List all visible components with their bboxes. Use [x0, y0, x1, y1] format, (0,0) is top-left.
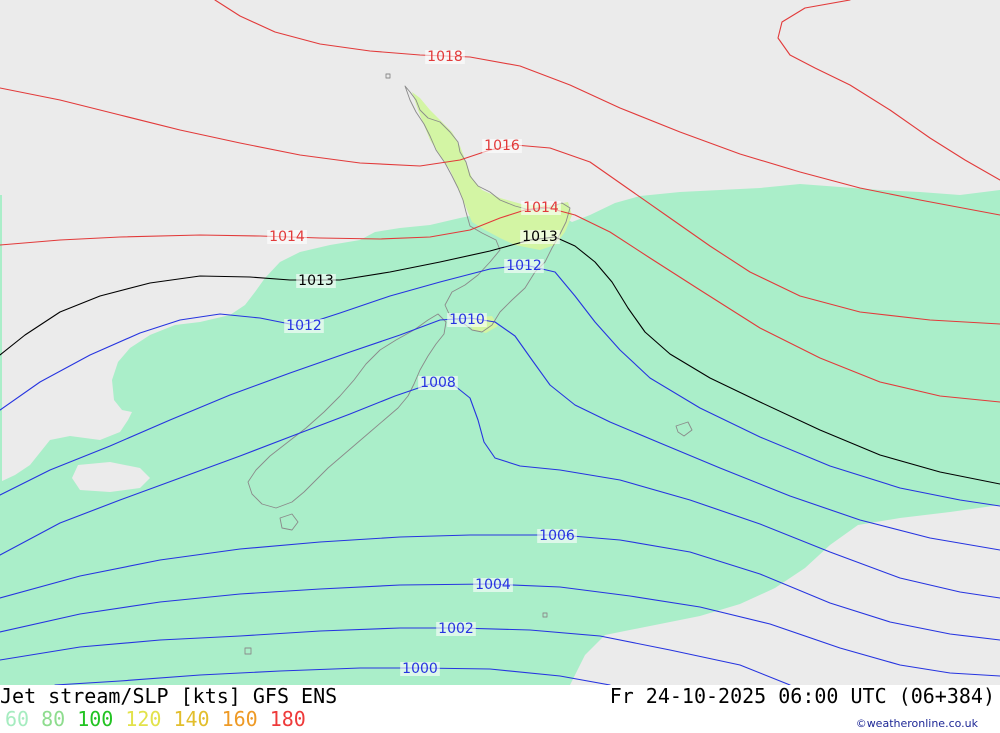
isobar-label-1000: 1000: [402, 661, 438, 677]
isobar-label-1014: 1014: [523, 200, 559, 216]
isobar-label-1012: 1012: [286, 318, 322, 334]
isobar-label-1004: 1004: [475, 577, 511, 593]
isobar-label-1018: 1018: [427, 49, 463, 65]
isobar-label-1013: 1013: [522, 229, 558, 245]
isobar-label-1013: 1013: [298, 273, 334, 289]
legend-item-180: 180: [269, 707, 306, 731]
weather-map: 1018 1016 1014 1014 1013 1013 1012 1012 …: [0, 0, 1000, 685]
jet-stream-left-edge: [0, 195, 2, 482]
isobar-label-1010: 1010: [449, 312, 485, 328]
chart-title: Jet stream/SLP [kts] GFS ENS: [0, 684, 338, 708]
isobar-label-1016: 1016: [484, 138, 520, 154]
isobar-label-1014: 1014: [269, 229, 305, 245]
isobar-label-1002: 1002: [438, 621, 474, 637]
wind-speed-legend: 60 80 100 120 140 160 180: [5, 709, 306, 729]
legend-item-140: 140: [173, 707, 210, 731]
legend-item-120: 120: [125, 707, 162, 731]
legend-item-60: 60: [5, 707, 30, 731]
copyright-notice: ©weatheronline.co.uk: [855, 717, 978, 730]
isobar-label-1012: 1012: [506, 258, 542, 274]
weather-chart-page: 1018 1016 1014 1014 1013 1013 1012 1012 …: [0, 0, 1000, 733]
isobar-label-1008: 1008: [420, 375, 456, 391]
legend-item-80: 80: [41, 707, 66, 731]
legend-item-100: 100: [77, 707, 114, 731]
isobar-label-1006: 1006: [539, 528, 575, 544]
forecast-datetime: Fr 24-10-2025 06:00 UTC (06+384): [609, 684, 995, 708]
legend-item-160: 160: [221, 707, 258, 731]
